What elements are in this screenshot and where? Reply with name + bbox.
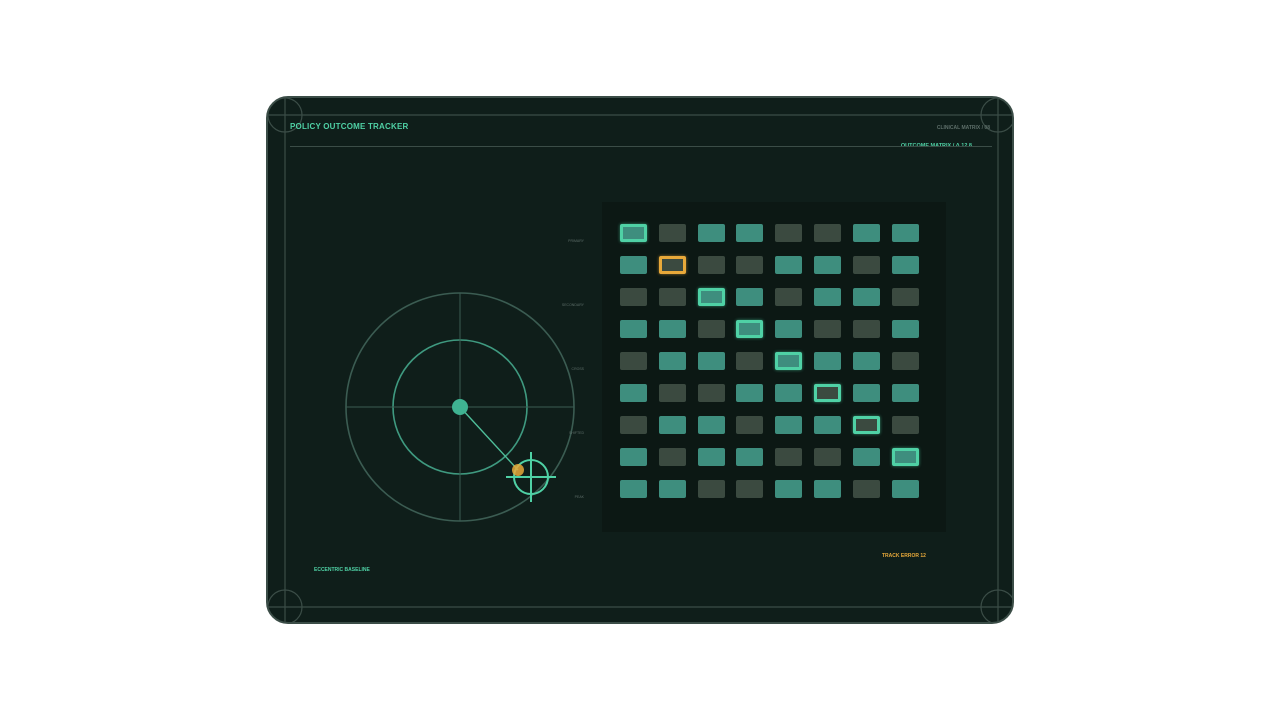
matrix-cell[interactable] [658, 224, 686, 242]
matrix-cell[interactable] [775, 256, 803, 274]
matrix-cell[interactable] [852, 352, 880, 370]
matrix-cell[interactable] [658, 288, 686, 306]
matrix-cell[interactable] [620, 480, 647, 498]
matrix-cell[interactable] [775, 224, 803, 242]
matrix-cell[interactable] [736, 448, 764, 466]
tracker-panel: POLICY OUTCOME TRACKER CLINICAL MATRIX /… [266, 96, 1014, 624]
matrix-cell[interactable] [736, 256, 764, 274]
matrix-cell[interactable] [658, 416, 686, 434]
matrix-cell[interactable] [736, 224, 764, 242]
axis-label-cross: CROSS [571, 367, 584, 371]
matrix-cell[interactable] [891, 320, 919, 338]
matrix-cell[interactable] [814, 256, 841, 274]
matrix-cell[interactable] [620, 320, 647, 338]
matrix-cell[interactable] [775, 416, 803, 434]
matrix-cell[interactable] [775, 352, 803, 370]
matrix-cell[interactable] [852, 384, 880, 402]
matrix-cell[interactable] [697, 480, 725, 498]
matrix-cell[interactable] [620, 384, 647, 402]
matrix-cell[interactable] [775, 384, 803, 402]
matrix-cell[interactable] [891, 480, 919, 498]
matrix-cell[interactable] [697, 448, 725, 466]
matrix-cell[interactable] [658, 352, 686, 370]
polar-center-dot [452, 399, 468, 415]
matrix-cell[interactable] [814, 480, 841, 498]
eccentric-baseline-label: ECCENTRIC BASELINE [314, 567, 370, 573]
matrix-cell[interactable] [852, 256, 880, 274]
matrix-cell[interactable] [852, 320, 880, 338]
matrix-cell[interactable] [814, 448, 841, 466]
matrix-cell[interactable] [697, 288, 725, 306]
matrix-cell[interactable] [891, 288, 919, 306]
matrix-cell[interactable] [852, 288, 880, 306]
matrix-cell[interactable] [891, 416, 919, 434]
matrix-cell[interactable] [658, 320, 686, 338]
matrix-cell[interactable] [891, 352, 919, 370]
matrix-cell[interactable] [814, 384, 841, 402]
matrix-cell[interactable] [620, 416, 647, 434]
matrix-cell[interactable] [891, 448, 919, 466]
matrix-cell[interactable] [891, 256, 919, 274]
axis-label-primary: PRIMARY [568, 239, 584, 243]
track-error-readout: TRACK ERROR 12 [882, 553, 926, 559]
matrix-cell[interactable] [891, 384, 919, 402]
matrix-cell[interactable] [736, 320, 764, 338]
matrix-cell[interactable] [736, 480, 764, 498]
matrix-cell[interactable] [891, 224, 919, 242]
matrix-cell[interactable] [852, 416, 880, 434]
matrix-cell[interactable] [658, 384, 686, 402]
matrix-cell[interactable] [620, 352, 647, 370]
track-vector [459, 406, 519, 471]
matrix-cell[interactable] [814, 352, 841, 370]
matrix-cell[interactable] [736, 416, 764, 434]
matrix-cell[interactable] [620, 288, 647, 306]
matrix-cell[interactable] [620, 224, 647, 242]
matrix-cell[interactable] [736, 288, 764, 306]
matrix-cell[interactable] [775, 288, 803, 306]
matrix-cell[interactable] [697, 320, 725, 338]
matrix-cell[interactable] [852, 448, 880, 466]
track-error-marker[interactable] [512, 464, 524, 476]
matrix-cell[interactable] [658, 256, 686, 274]
matrix-cell[interactable] [852, 224, 880, 242]
matrix-cell[interactable] [658, 448, 686, 466]
axis-label-secondary: SECONDARY [561, 303, 584, 307]
matrix-cell[interactable] [658, 480, 686, 498]
axis-label-shifted: SHIFTED [569, 431, 584, 435]
matrix-cell[interactable] [814, 320, 841, 338]
matrix-cell[interactable] [852, 480, 880, 498]
matrix-cell[interactable] [736, 352, 764, 370]
matrix-cell[interactable] [814, 224, 841, 242]
matrix-cell[interactable] [697, 416, 725, 434]
matrix-cell[interactable] [775, 448, 803, 466]
matrix-cell[interactable] [620, 256, 647, 274]
matrix-cell[interactable] [697, 384, 725, 402]
matrix-cell[interactable] [697, 224, 725, 242]
matrix-cell[interactable] [697, 256, 725, 274]
matrix-cell[interactable] [736, 384, 764, 402]
matrix-cell[interactable] [620, 448, 647, 466]
matrix-cell[interactable] [697, 352, 725, 370]
matrix-cell[interactable] [814, 416, 841, 434]
matrix-cell[interactable] [775, 320, 803, 338]
matrix-cell[interactable] [814, 288, 841, 306]
axis-label-peak: PEAK [574, 495, 584, 499]
matrix-cell[interactable] [775, 480, 803, 498]
